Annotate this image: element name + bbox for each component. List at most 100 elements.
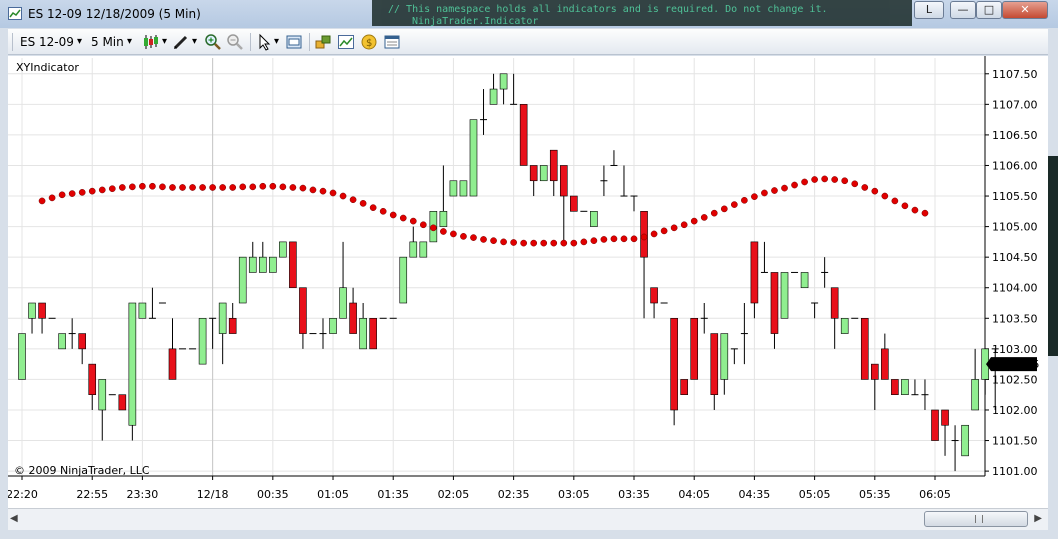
indicator-dot bbox=[530, 239, 538, 247]
minimize-button[interactable]: — bbox=[950, 1, 976, 19]
data-box-icon[interactable] bbox=[383, 33, 401, 51]
background-code-text-2: NinjaTrader.Indicator bbox=[412, 16, 539, 26]
candle-down bbox=[369, 317, 377, 350]
y-tick-label: 1104.00 bbox=[992, 282, 1038, 295]
candle-up bbox=[339, 287, 347, 319]
indicator-dot bbox=[369, 204, 377, 211]
candle-up bbox=[489, 88, 498, 105]
strategy-icon[interactable] bbox=[314, 33, 332, 51]
indicator-dot bbox=[700, 214, 708, 221]
indicator-dot bbox=[329, 189, 337, 197]
indicator-dot bbox=[811, 176, 818, 183]
candle-up bbox=[409, 241, 418, 258]
indicator-dot bbox=[680, 221, 688, 229]
candle-up bbox=[439, 211, 448, 227]
scroll-left-arrow[interactable]: ◀ bbox=[10, 513, 18, 524]
x-tick-label: 22:20 bbox=[8, 488, 38, 501]
y-tick-label: 1104.50 bbox=[992, 251, 1038, 264]
chart-style-dropdown-arrow[interactable]: ▾ bbox=[162, 33, 167, 51]
candle-down bbox=[88, 363, 97, 396]
candle-up bbox=[720, 333, 729, 380]
layout-button[interactable]: L bbox=[914, 1, 944, 19]
x-tick-label: 00:35 bbox=[257, 488, 289, 501]
maximize-button[interactable]: □ bbox=[976, 1, 1002, 19]
candle-up bbox=[279, 241, 287, 258]
candle-down bbox=[650, 287, 658, 304]
indicator-dot bbox=[269, 182, 277, 190]
indicator-dot bbox=[249, 183, 257, 191]
candle-down bbox=[881, 348, 889, 380]
indicator-dot bbox=[58, 191, 66, 199]
indicator-dot bbox=[861, 184, 869, 191]
indicator-dot bbox=[169, 184, 176, 191]
candle-down bbox=[38, 302, 46, 319]
title-bar[interactable]: ES 12-09 12/18/2009 (5 Min) // This name… bbox=[0, 0, 1058, 28]
indicator-dot bbox=[791, 181, 798, 189]
zoom-in-icon[interactable] bbox=[204, 33, 222, 51]
scrollbar-thumb[interactable] bbox=[924, 511, 1028, 527]
candle-down bbox=[830, 287, 839, 319]
pointer-icon[interactable] bbox=[256, 33, 274, 51]
y-tick-label: 1106.00 bbox=[992, 159, 1038, 172]
indicator-dot bbox=[821, 175, 828, 183]
indicator-dot bbox=[88, 187, 96, 195]
candle-down bbox=[559, 165, 568, 197]
y-tick-label: 1107.00 bbox=[992, 98, 1038, 111]
candlestick-icon[interactable] bbox=[142, 33, 160, 51]
indicator-dot bbox=[660, 227, 668, 235]
indicator-dot bbox=[38, 197, 46, 205]
background-editor-window: // This namespace holds all indicators a… bbox=[372, 0, 912, 26]
y-tick-label: 1101.50 bbox=[992, 435, 1038, 448]
price-chart[interactable]: 1101.00 1101.50 1102.00 1102.50 1103.00 1103.… bbox=[8, 56, 1048, 508]
candle-down bbox=[931, 409, 939, 441]
zoom-out-icon[interactable] bbox=[226, 33, 244, 51]
pencil-icon[interactable] bbox=[172, 33, 190, 51]
y-tick-label: 1103.50 bbox=[992, 312, 1038, 325]
indicator-dot bbox=[710, 209, 718, 217]
scroll-grip-icon bbox=[975, 515, 983, 523]
y-tick-label: 1107.50 bbox=[992, 68, 1038, 81]
indicator-dot bbox=[560, 239, 568, 247]
indicator-dot bbox=[891, 197, 899, 205]
drawing-dropdown-arrow[interactable]: ▾ bbox=[192, 33, 197, 51]
interval-selector[interactable]: 5 Min bbox=[91, 33, 124, 51]
indicator-dot bbox=[670, 224, 678, 232]
close-button[interactable]: ✕ bbox=[1002, 1, 1048, 19]
indicator-dot bbox=[139, 182, 146, 190]
coin-icon[interactable]: $ bbox=[360, 33, 378, 51]
x-tick-label: 03:05 bbox=[558, 488, 590, 501]
indicator-dot bbox=[179, 184, 186, 191]
toolbar-separator bbox=[309, 33, 310, 51]
candle-down bbox=[118, 394, 127, 411]
indicator-dot bbox=[841, 177, 849, 185]
interval-dropdown-arrow[interactable]: ▾ bbox=[127, 33, 132, 51]
indicator-dot bbox=[781, 184, 788, 192]
scroll-right-arrow[interactable]: ▶ bbox=[1034, 513, 1042, 524]
indicator-dot bbox=[199, 184, 206, 191]
background-window-edge bbox=[1048, 156, 1058, 356]
indicator-dot bbox=[98, 186, 106, 194]
instrument-dropdown-arrow[interactable]: ▾ bbox=[77, 33, 82, 51]
properties-icon[interactable] bbox=[285, 33, 303, 51]
chart-panel[interactable]: 1101.00 1101.50 1102.00 1102.50 1103.00 1103.… bbox=[8, 56, 1048, 508]
instrument-selector[interactable]: ES 12-09 bbox=[20, 33, 74, 51]
indicator-dot bbox=[339, 192, 347, 200]
x-tick-label: 04:35 bbox=[739, 488, 771, 501]
indicator-icon[interactable] bbox=[337, 33, 355, 51]
candle-down bbox=[289, 241, 297, 289]
candle-up bbox=[359, 317, 367, 350]
indicator-dot bbox=[299, 184, 307, 192]
toolbar-grip bbox=[12, 33, 13, 51]
pointer-dropdown-arrow[interactable]: ▾ bbox=[274, 33, 279, 51]
y-tick-label: 1101.00 bbox=[992, 465, 1038, 478]
indicator-dot bbox=[430, 224, 437, 232]
indicator-dot bbox=[259, 182, 267, 190]
candle-up bbox=[459, 180, 468, 197]
indicator-dot bbox=[801, 178, 808, 186]
indicator-dot bbox=[470, 234, 477, 241]
indicator-dot bbox=[219, 184, 227, 191]
candle-up bbox=[218, 302, 227, 334]
indicator-dot bbox=[640, 233, 648, 241]
indicator-dot bbox=[159, 183, 166, 191]
horizontal-scrollbar[interactable]: ◀ ▶ bbox=[8, 508, 1048, 530]
